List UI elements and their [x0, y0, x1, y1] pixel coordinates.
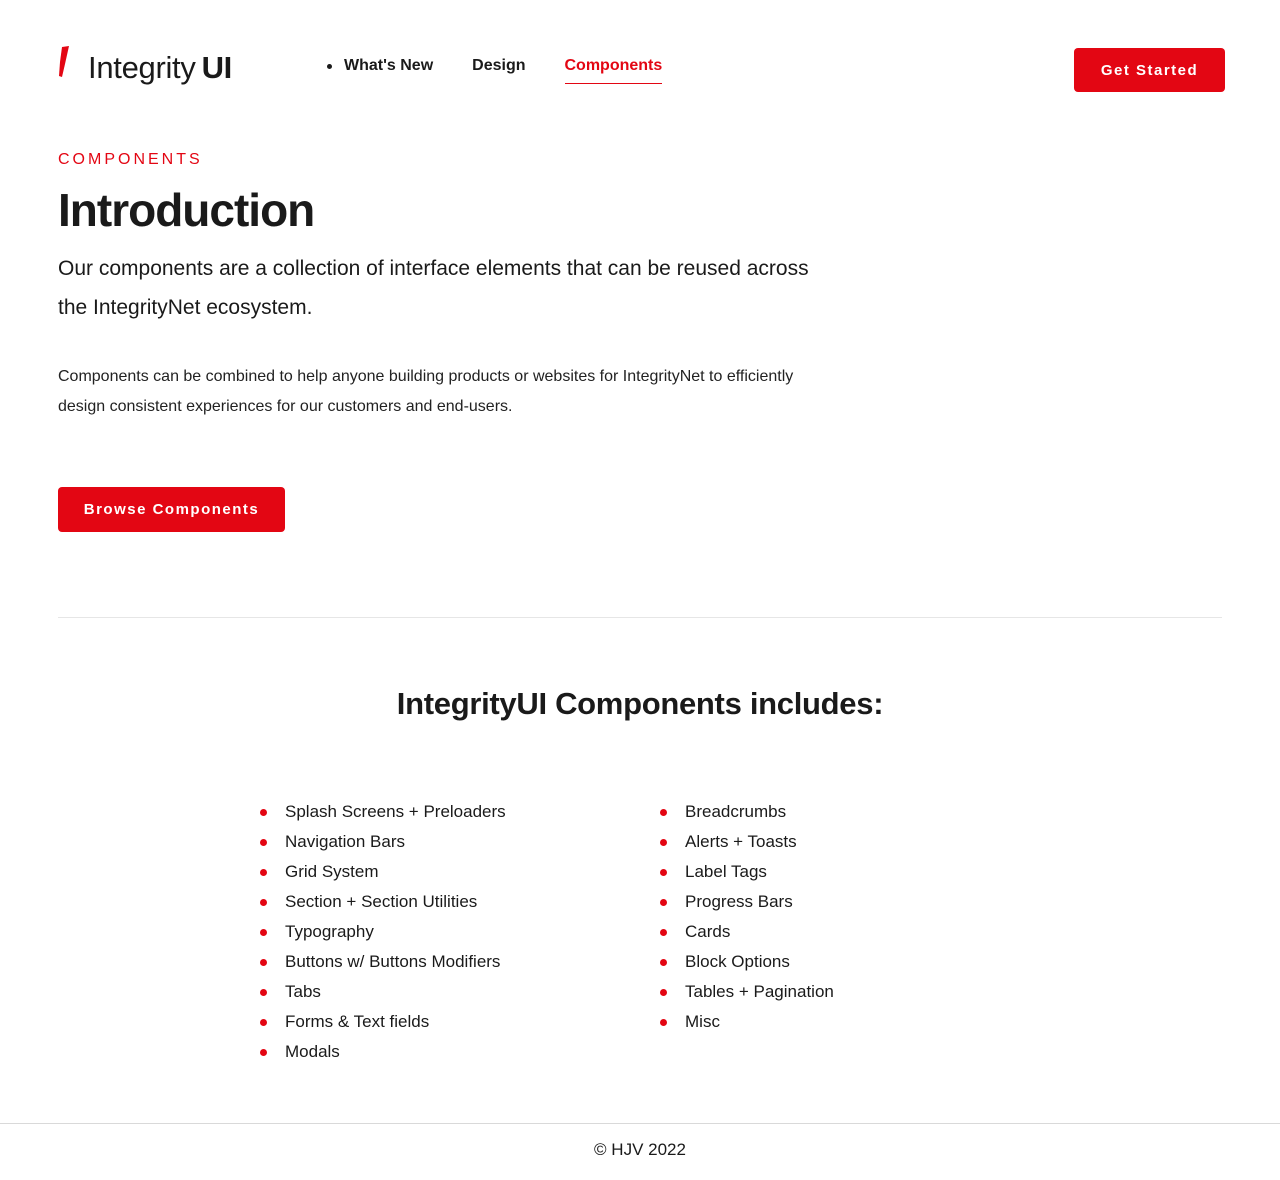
- bullet-icon: [660, 869, 667, 876]
- nav-item-design[interactable]: Design: [472, 57, 525, 83]
- list-item: Cards: [658, 917, 834, 947]
- bullet-icon: [660, 839, 667, 846]
- list-item-label: Grid System: [285, 862, 379, 881]
- list-item: Progress Bars: [658, 887, 834, 917]
- brand-wordmark: Integrity UI: [88, 50, 232, 86]
- list-item-label: Alerts + Toasts: [685, 832, 797, 851]
- list-item-label: Progress Bars: [685, 892, 793, 911]
- list-item: Typography: [258, 917, 506, 947]
- list-item: Forms & Text fields: [258, 1007, 506, 1037]
- components-list-right: Breadcrumbs Alerts + Toasts Label Tags P…: [658, 797, 834, 1037]
- bullet-icon: [660, 959, 667, 966]
- section-divider: [58, 617, 1222, 618]
- list-item: Section + Section Utilities: [258, 887, 506, 917]
- bullet-icon: [260, 839, 267, 846]
- list-item-label: Section + Section Utilities: [285, 892, 478, 911]
- body-paragraph: Components can be combined to help anyon…: [58, 368, 794, 415]
- bullet-icon: [260, 959, 267, 966]
- list-item-label: Typography: [285, 922, 374, 941]
- brand-name-bold: UI: [201, 50, 233, 85]
- nav-item-whats-new[interactable]: What's New: [327, 57, 433, 83]
- bullet-icon: [660, 809, 667, 816]
- footer-divider: [0, 1123, 1280, 1124]
- components-list-left: Splash Screens + Preloaders Navigation B…: [258, 797, 506, 1067]
- get-started-button[interactable]: Get Started: [1074, 48, 1225, 92]
- browse-components-button[interactable]: Browse Components: [58, 487, 285, 532]
- list-item-label: Modals: [285, 1042, 340, 1061]
- list-item-label: Block Options: [685, 952, 790, 971]
- bullet-icon: [260, 1019, 267, 1026]
- list-item: Misc: [658, 1007, 834, 1037]
- section-eyebrow: COMPONENTS: [58, 151, 203, 168]
- list-item-label: Forms & Text fields: [285, 1012, 430, 1031]
- list-item-label: Cards: [685, 922, 731, 941]
- bullet-icon: [260, 899, 267, 906]
- list-item: Breadcrumbs: [658, 797, 834, 827]
- bullet-icon: [660, 1019, 667, 1026]
- bullet-icon: [260, 809, 267, 816]
- bullet-icon: [260, 989, 267, 996]
- list-item-label: Misc: [685, 1012, 720, 1031]
- list-item: Grid System: [258, 857, 506, 887]
- lead-paragraph: Our components are a collection of inter…: [58, 257, 809, 319]
- list-item: Alerts + Toasts: [658, 827, 834, 857]
- bullet-icon: [260, 869, 267, 876]
- bullet-icon: [260, 1049, 267, 1056]
- nav-item-components[interactable]: Components: [564, 57, 663, 84]
- list-item: Tabs: [258, 977, 506, 1007]
- bullet-icon: [660, 929, 667, 936]
- brand-name-light: Integrity: [88, 50, 196, 85]
- nav-item-label: Components: [564, 57, 663, 74]
- red-slash-mark-icon: [59, 46, 69, 77]
- list-item: Tables + Pagination: [658, 977, 834, 1007]
- bullet-icon: [660, 899, 667, 906]
- list-item-label: Tables + Pagination: [685, 982, 834, 1001]
- site-header: Integrity UI What's New Design Components…: [0, 0, 1280, 130]
- page-title: Introduction: [58, 184, 315, 236]
- bullet-icon: [660, 989, 667, 996]
- list-item-label: Tabs: [285, 982, 321, 1001]
- site-footer: © HJV 2022: [0, 1140, 1280, 1160]
- copyright-text: © HJV 2022: [594, 1140, 686, 1159]
- bullet-icon: [260, 929, 267, 936]
- nav-bullet-icon: [327, 64, 332, 69]
- list-item: Buttons w/ Buttons Modifiers: [258, 947, 506, 977]
- nav-item-label: What's New: [344, 57, 434, 74]
- nav-item-label: Design: [472, 57, 526, 74]
- list-item: Navigation Bars: [258, 827, 506, 857]
- main-nav: What's New Design Components: [327, 57, 701, 84]
- list-item: Splash Screens + Preloaders: [258, 797, 506, 827]
- list-item-label: Buttons w/ Buttons Modifiers: [285, 952, 501, 971]
- list-item-label: Label Tags: [685, 862, 767, 881]
- includes-heading: IntegrityUI Components includes:: [396, 686, 884, 721]
- list-item-label: Splash Screens + Preloaders: [285, 802, 506, 821]
- list-item: Modals: [258, 1037, 506, 1067]
- list-item: Block Options: [658, 947, 834, 977]
- list-item-label: Navigation Bars: [285, 832, 406, 851]
- list-item-label: Breadcrumbs: [685, 802, 787, 821]
- list-item: Label Tags: [658, 857, 834, 887]
